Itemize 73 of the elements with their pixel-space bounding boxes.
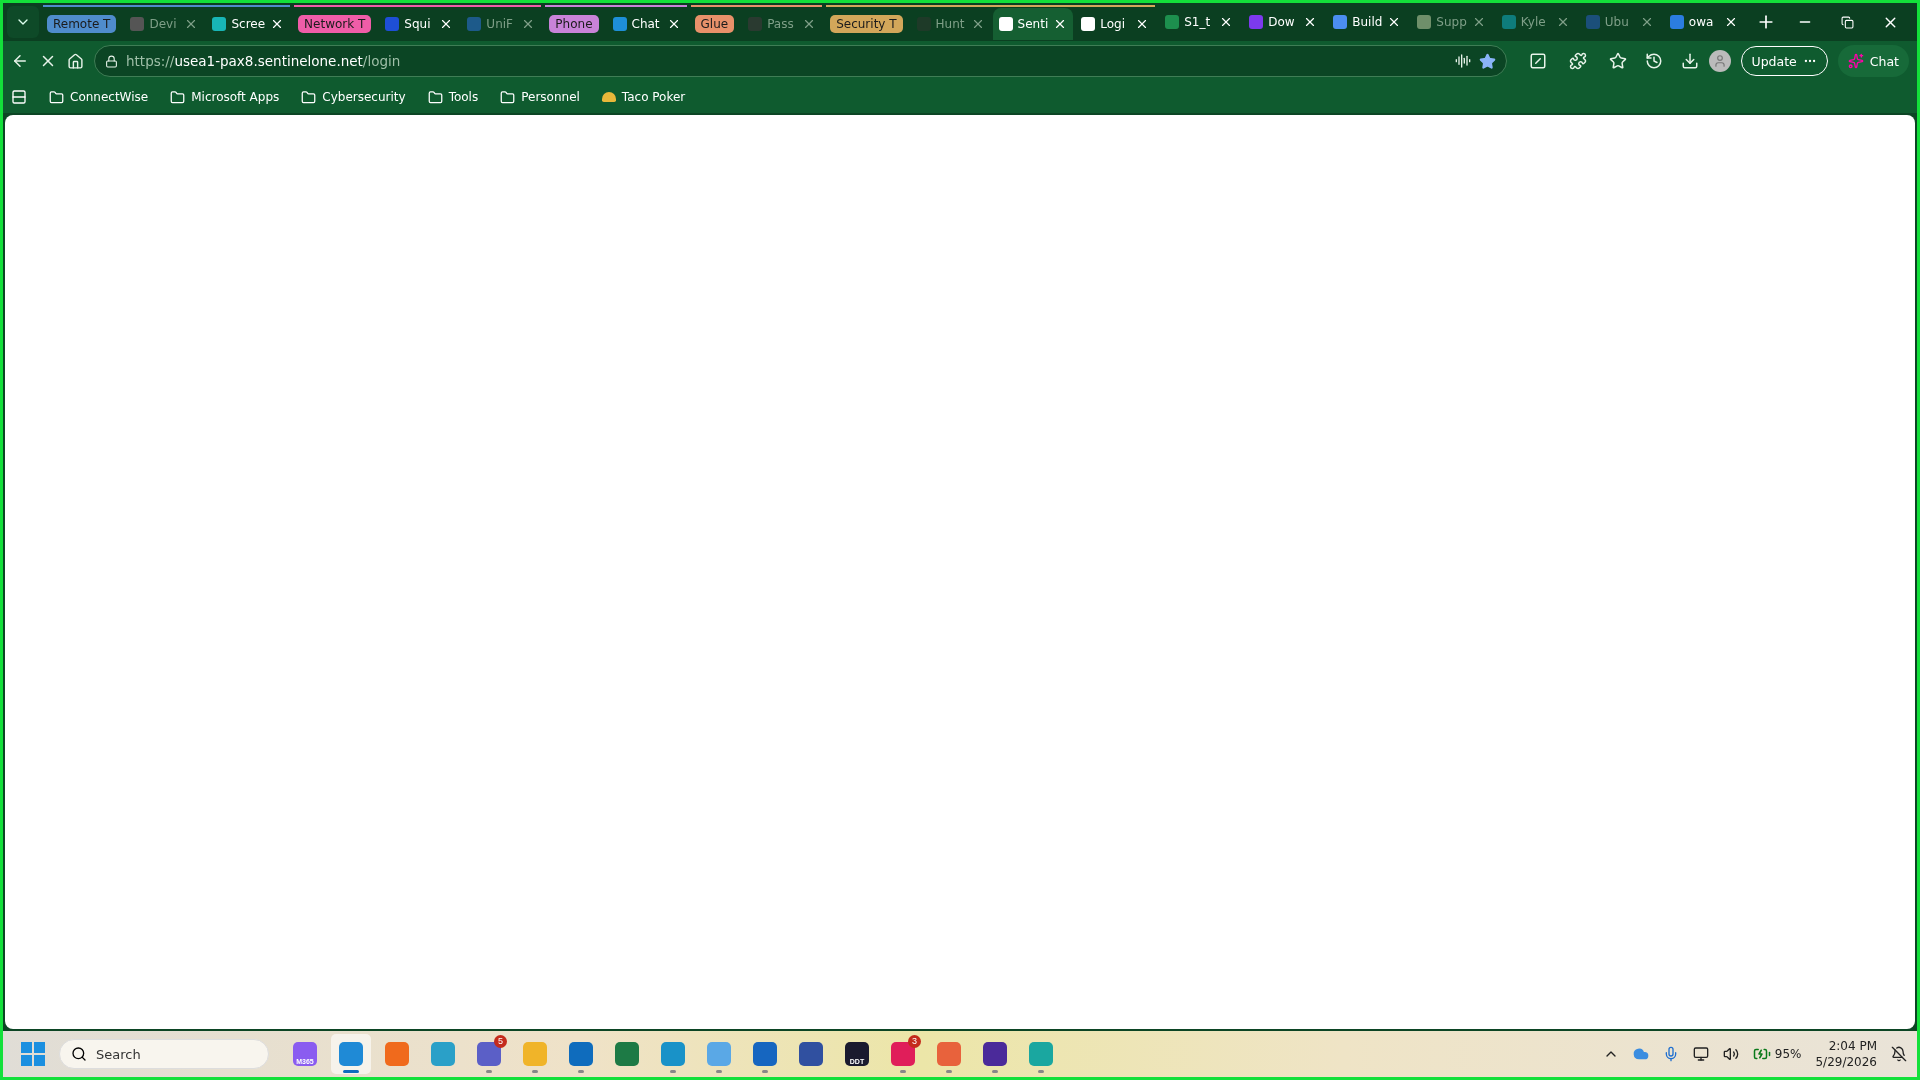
browser-tab[interactable]: Devi — [124, 8, 205, 40]
start-icon[interactable] — [21, 1042, 45, 1066]
browser-tab[interactable]: S1_t — [1159, 6, 1240, 38]
bookmark-folder[interactable]: Cybersecurity — [301, 89, 406, 105]
taskbar-app-button[interactable]: 5 — [469, 1034, 509, 1074]
browser-tab[interactable]: Build — [1327, 6, 1408, 38]
browser-tab[interactable]: Logi — [1075, 8, 1156, 40]
browser-tab[interactable]: Pass — [742, 8, 823, 40]
running-indicator — [946, 1070, 952, 1073]
browser-tab[interactable]: Ubu — [1579, 6, 1660, 38]
folder-icon — [500, 89, 516, 105]
read-aloud-icon[interactable] — [1454, 53, 1471, 69]
profile-avatar[interactable] — [1708, 50, 1731, 72]
bookmark-folder[interactable]: ConnectWise — [49, 89, 149, 105]
running-indicator — [716, 1070, 722, 1073]
favorites-icon[interactable] — [1608, 52, 1627, 70]
bookmark-link[interactable]: Taco Poker — [601, 90, 686, 104]
volume-icon[interactable] — [1722, 1046, 1739, 1062]
search-icon — [71, 1046, 87, 1062]
running-indicator — [670, 1070, 676, 1073]
browser-tab[interactable]: Kyle — [1495, 6, 1576, 38]
download-icon[interactable] — [1680, 52, 1699, 70]
browser-tab[interactable]: Scree — [206, 8, 291, 40]
tab-group-label[interactable]: Network T — [298, 15, 372, 33]
running-indicator — [762, 1070, 768, 1073]
taskbar-app-button[interactable]: 3 — [883, 1034, 923, 1074]
browser-tab[interactable]: Dow — [1243, 6, 1324, 38]
address-bar[interactable]: https://usea1-pax8.sentinelone.net/login — [94, 45, 1507, 77]
running-indicator — [900, 1070, 906, 1073]
browser-tab[interactable]: Chat — [606, 8, 687, 40]
notification-badge: 5 — [494, 1035, 507, 1048]
clock-date[interactable]: 5/29/2026 — [1815, 1054, 1877, 1070]
running-indicator — [578, 1070, 584, 1073]
restore-icon[interactable] — [1841, 15, 1854, 29]
tab-group-label[interactable]: Glue — [694, 15, 735, 33]
notification-icon[interactable] — [1891, 1046, 1907, 1062]
home-icon[interactable] — [67, 52, 84, 70]
tab-group-label[interactable]: Phone — [549, 15, 599, 33]
history-icon[interactable] — [1644, 52, 1663, 70]
back-icon[interactable] — [11, 52, 29, 70]
chat-button[interactable]: Chat — [1837, 45, 1909, 77]
lock-icon — [105, 54, 118, 68]
cloud-icon[interactable] — [1632, 1046, 1649, 1062]
bookmark-folder[interactable]: Microsoft Apps — [170, 89, 280, 105]
notification-badge: 3 — [908, 1035, 921, 1048]
tab-group-label[interactable]: Security T — [830, 15, 903, 33]
browser-tab[interactable]: Supp — [1411, 6, 1492, 38]
url-text: https://usea1-pax8.sentinelone.net/login — [126, 53, 402, 69]
tab-actions-button[interactable] — [7, 6, 39, 38]
running-indicator — [532, 1070, 538, 1073]
bookmark-folder[interactable]: Personnel — [500, 89, 580, 105]
battery-percent: 95% — [1774, 1047, 1802, 1061]
bookmark-folder[interactable]: Tools — [427, 89, 479, 105]
folder-icon — [301, 89, 317, 105]
browser-tab[interactable]: owa — [1663, 6, 1744, 38]
browser-tab[interactable]: UniF — [461, 8, 542, 40]
folder-icon — [427, 89, 443, 105]
browser-tab[interactable]: Senti — [992, 8, 1074, 40]
folder-icon — [49, 89, 64, 105]
running-indicator — [1038, 1070, 1044, 1073]
clock-time[interactable]: 2:04 PM — [1828, 1038, 1877, 1054]
running-indicator — [486, 1070, 492, 1073]
sparkle-icon — [1847, 53, 1864, 69]
folder-icon — [170, 89, 186, 105]
browser-tab[interactable]: Squi — [379, 8, 460, 40]
search-field[interactable]: Search — [59, 1039, 269, 1069]
tab-group-label[interactable]: Remote T — [47, 15, 117, 33]
running-indicator — [343, 1070, 359, 1073]
browser-tab[interactable]: Hunt — [910, 8, 991, 40]
running-indicator — [992, 1070, 998, 1073]
taskbar-app-button[interactable] — [331, 1034, 371, 1074]
puzzle-icon[interactable] — [1568, 52, 1587, 70]
star-icon[interactable] — [1478, 52, 1496, 70]
